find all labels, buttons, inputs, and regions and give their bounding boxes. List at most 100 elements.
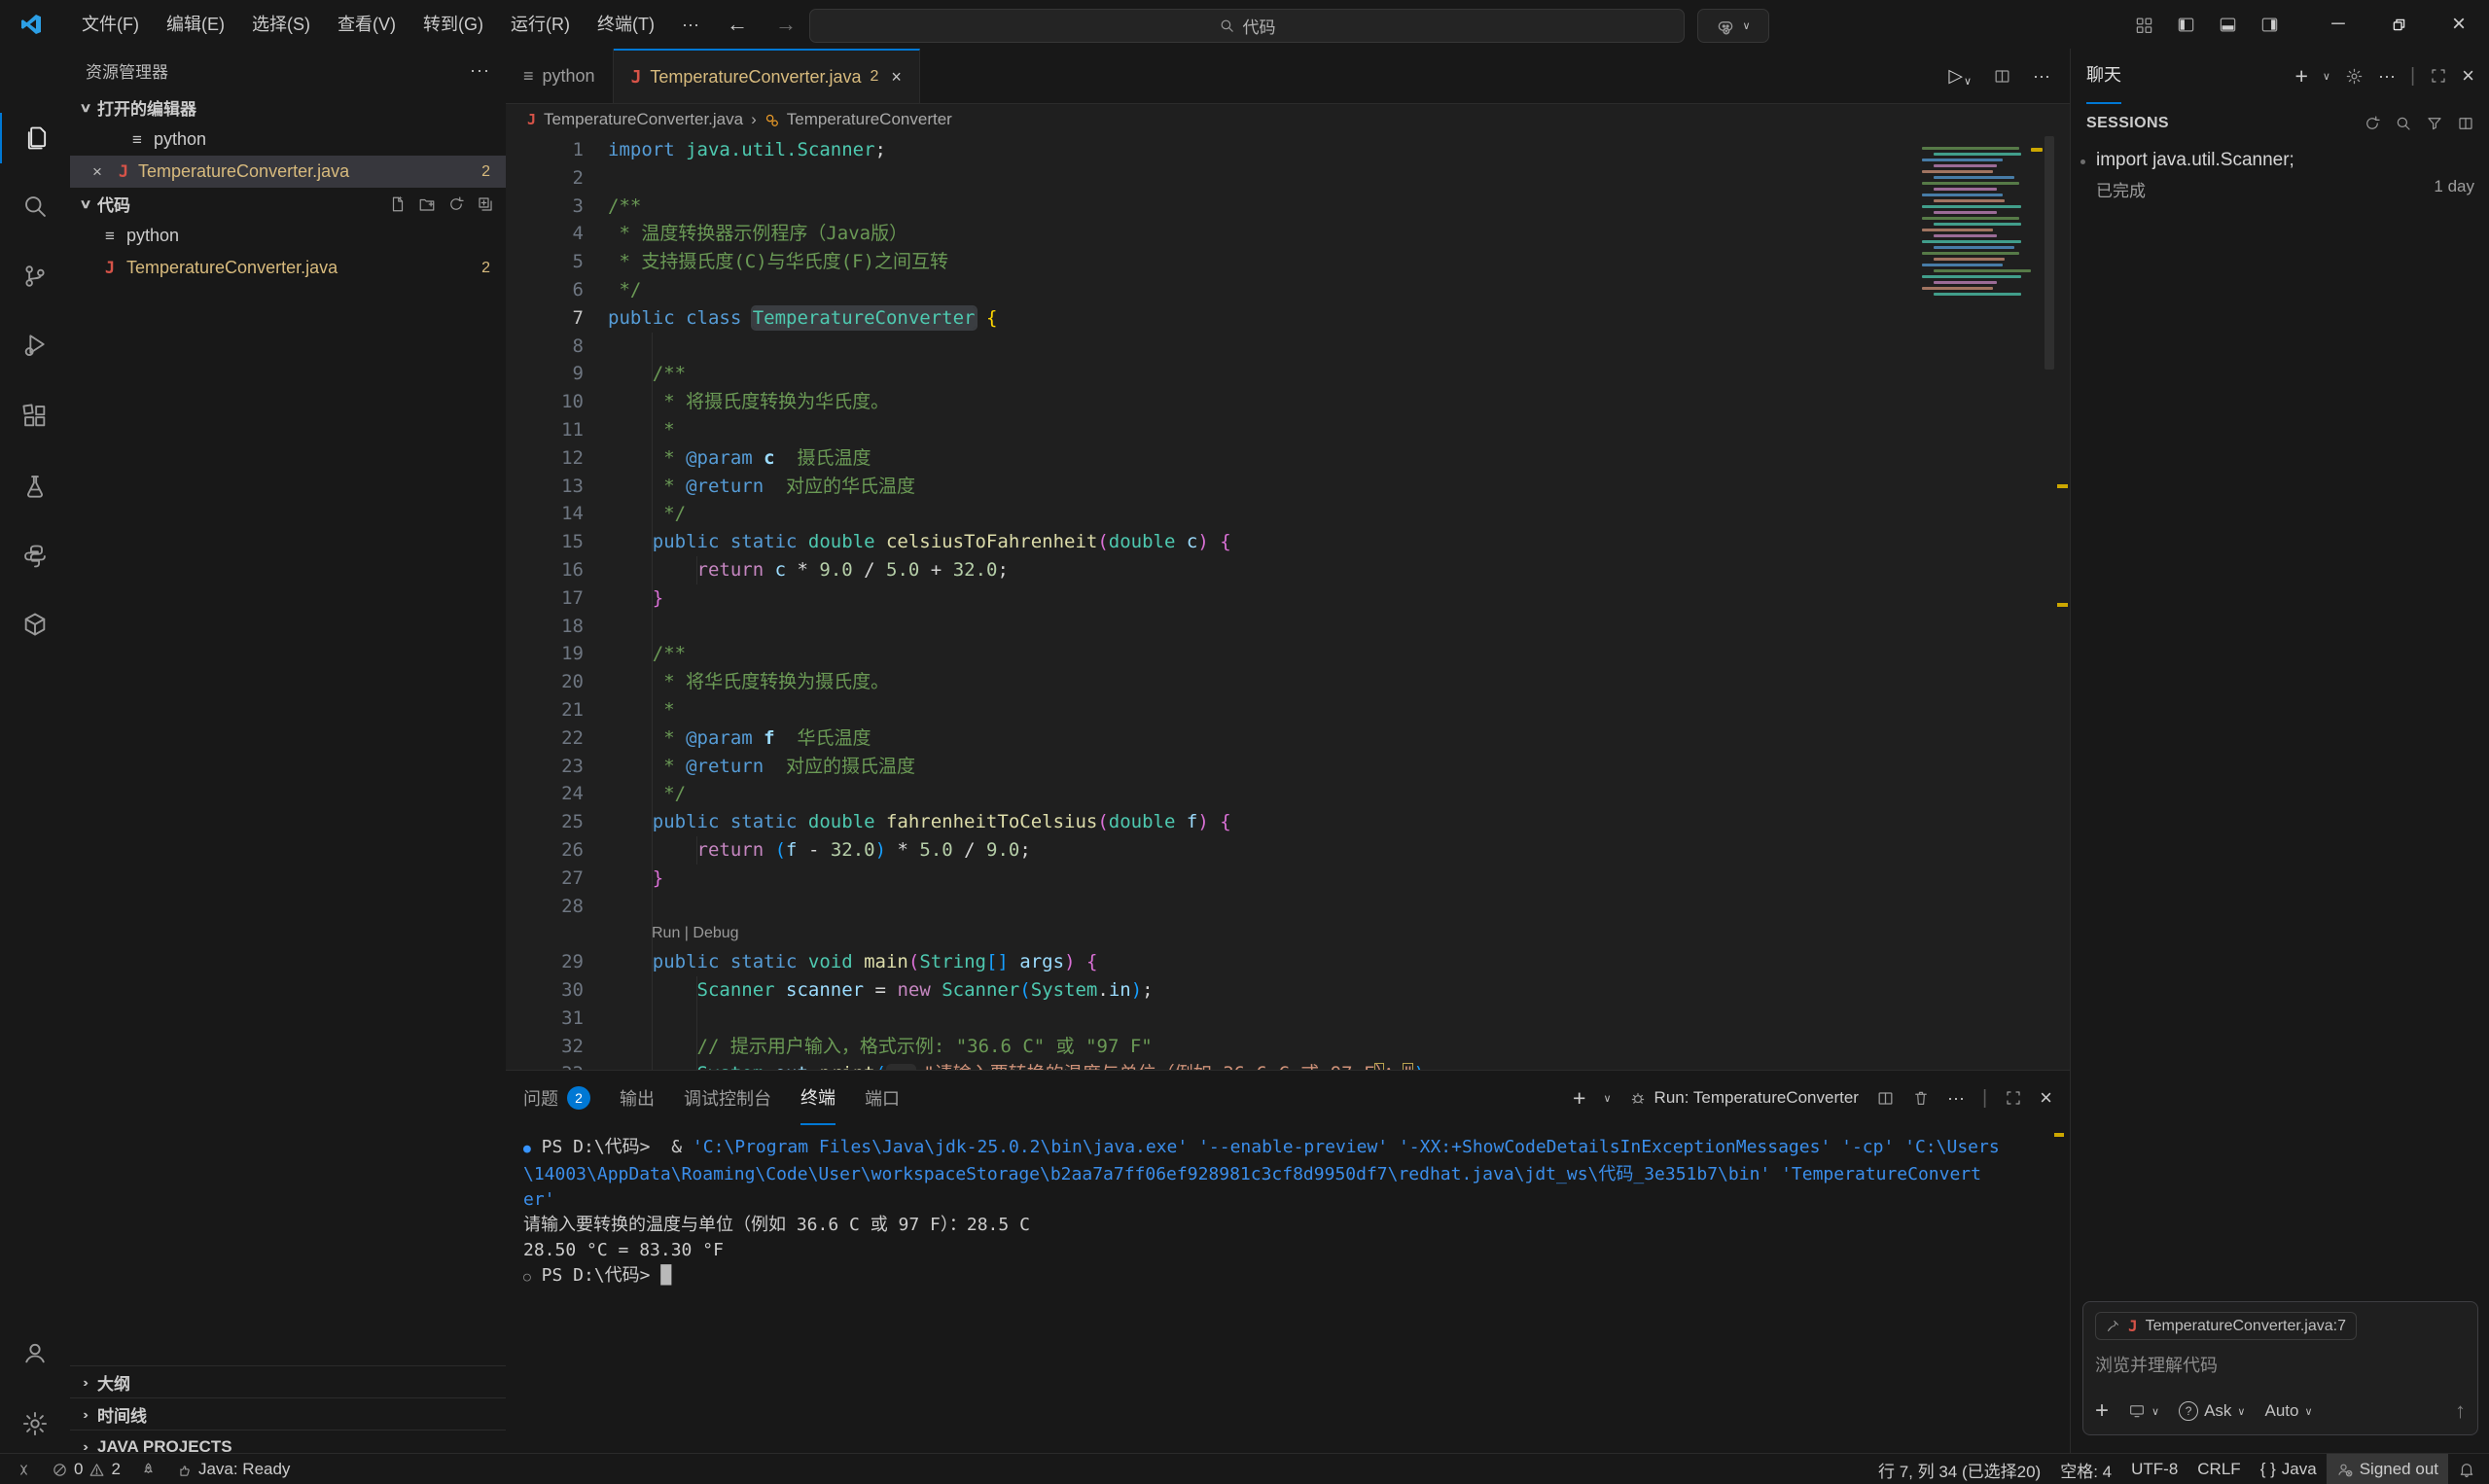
activitybar-explorer[interactable] [0,113,72,163]
open-editors-header[interactable]: ∨ 打开的编辑器 [70,91,506,124]
encoding[interactable]: UTF-8 [2121,1454,2187,1484]
activitybar-settings[interactable] [0,1398,70,1449]
indentation[interactable]: 空格: 4 [2050,1454,2121,1484]
signed-out-status[interactable]: Signed out [2327,1454,2448,1484]
chevron-down-icon[interactable]: ∨ [1603,1092,1611,1105]
gear-icon[interactable] [2345,67,2364,86]
breadcrumb-symbol[interactable]: TemperatureConverter [787,110,952,129]
tab-problems[interactable]: 问题 2 [523,1071,590,1125]
collapse-all-icon[interactable] [477,195,494,213]
split-terminal-icon[interactable] [1876,1089,1895,1108]
split-editor-icon[interactable] [1993,67,2011,86]
menu-file[interactable]: 文件(F) [68,0,153,49]
tab-temperatureconverter[interactable]: J TemperatureConverter.java 2 × [614,49,920,103]
problems-status[interactable]: 0 2 [42,1454,130,1484]
menu-selection[interactable]: 选择(S) [238,0,324,49]
panel-more-icon[interactable]: ··· [1947,1088,1965,1109]
explorer-more-icon[interactable]: ··· [470,60,490,81]
timeline-section[interactable]: › 时间线 [70,1397,506,1431]
model-picker-auto[interactable]: Auto ∨ [2264,1401,2312,1421]
breadcrumb[interactable]: J TemperatureConverter.java › Temperatur… [506,103,2091,136]
activitybar-extensions[interactable] [0,391,70,442]
tab-python[interactable]: ≡ python [506,49,614,103]
activitybar-python[interactable] [0,531,70,582]
context-chip[interactable]: J TemperatureConverter.java:7 [2095,1312,2357,1340]
nav-forward-icon[interactable]: → [762,12,810,37]
refresh-icon[interactable] [447,195,465,213]
maximize-chat-icon[interactable] [2430,67,2447,85]
close-tab-icon[interactable]: × [891,67,902,88]
tab-ports[interactable]: 端口 [865,1071,900,1125]
activitybar-containers[interactable] [0,599,70,650]
chevron-down-icon[interactable]: ∨ [2323,70,2330,83]
toggle-sidebar-right-icon[interactable] [2260,16,2279,34]
toggle-sidebar-left-icon[interactable] [2177,16,2195,34]
new-chat-button[interactable]: + [2294,63,2307,89]
toggle-panel-icon[interactable] [2219,16,2237,34]
codelens-run-debug[interactable]: Run | Debug [506,920,2070,948]
kill-terminal-icon[interactable] [1912,1089,1930,1107]
activitybar-account[interactable] [0,1327,70,1378]
command-center-search[interactable]: 代码 [809,9,1685,43]
search-icon[interactable] [2395,115,2412,132]
activitybar-search[interactable] [0,181,70,231]
rocket-status[interactable] [130,1454,166,1484]
close-chat-icon[interactable]: × [2462,63,2474,88]
eol[interactable]: CRLF [2187,1454,2250,1484]
activitybar-testing[interactable] [0,461,70,512]
close-window-button[interactable]: × [2429,0,2489,49]
tab-output[interactable]: 输出 [620,1071,655,1125]
menu-goto[interactable]: 转到(G) [409,0,497,49]
activitybar-source-control[interactable] [0,251,70,301]
language-mode[interactable]: { } Java [2251,1454,2327,1484]
close-panel-icon[interactable]: × [2040,1085,2052,1111]
split-view-icon[interactable] [2457,115,2474,132]
editor-scrollbar[interactable] [2045,136,2054,370]
tools-button[interactable]: ∨ [2128,1402,2159,1420]
outline-section[interactable]: › 大纲 [70,1365,506,1398]
restore-button[interactable] [2368,0,2429,49]
nav-back-icon[interactable]: ← [713,12,762,37]
chat-input-box[interactable]: J TemperatureConverter.java:7 浏览并理解代码 + … [2082,1301,2478,1435]
menu-terminal[interactable]: 终端(T) [584,0,668,49]
menu-edit[interactable]: 编辑(E) [153,0,238,49]
cursor-position[interactable]: 行 7, 列 34 (已选择20) [1868,1454,2050,1484]
mode-picker-ask[interactable]: ? Ask ∨ [2179,1401,2245,1421]
close-icon[interactable]: × [86,162,109,182]
tab-debug-console[interactable]: 调试控制台 [684,1071,771,1125]
add-context-button[interactable]: + [2095,1397,2109,1425]
send-button[interactable]: ↑ [2455,1398,2466,1424]
java-status[interactable]: Java: Ready [166,1454,301,1484]
notifications[interactable] [2448,1454,2485,1484]
refresh-icon[interactable] [2364,115,2381,132]
remote-indicator[interactable] [6,1454,42,1484]
maximize-panel-icon[interactable] [2005,1089,2022,1107]
minimap[interactable] [1916,144,2031,299]
open-editor-python[interactable]: ≡ python [70,124,506,156]
tab-terminal[interactable]: 终端 [800,1071,836,1125]
breadcrumb-file[interactable]: TemperatureConverter.java [544,110,743,129]
menu-more[interactable]: ··· [668,0,713,49]
filter-icon[interactable] [2426,115,2443,132]
minimize-button[interactable]: ─ [2308,0,2368,49]
editor-more-icon[interactable]: ··· [2033,66,2050,87]
terminal-instance[interactable]: Run: TemperatureConverter [1629,1088,1859,1108]
open-editor-temperatureconverter[interactable]: × J TemperatureConverter.java 2 [70,156,506,188]
folder-header[interactable]: ∨ 代码 [70,188,506,220]
menu-run[interactable]: 运行(R) [497,0,584,49]
tree-item-temperatureconverter[interactable]: J TemperatureConverter.java 2 [70,252,506,284]
menu-view[interactable]: 查看(V) [324,0,409,49]
customize-layout-icon[interactable] [2135,16,2153,34]
run-file-button[interactable]: ▷ ∨ [1948,65,1972,88]
session-item[interactable]: import java.util.Scanner; 已完成 1 day [2071,144,2489,209]
new-folder-icon[interactable] [418,195,436,213]
code-editor[interactable]: 1import java.util.Scanner;23/**4 * 温度转换器… [506,136,2070,1118]
new-terminal-button[interactable]: + [1573,1085,1585,1112]
tree-item-python[interactable]: ≡ python [70,220,506,252]
copilot-button[interactable]: ∨ [1697,9,1769,43]
activitybar-run-debug[interactable] [0,319,70,370]
tab-chat[interactable]: 聊天 [2086,48,2121,104]
terminal-output[interactable]: ● PS D:\代码> & 'C:\Program Files\Java\jdk… [523,1135,2041,1454]
chat-more-icon[interactable]: ··· [2378,66,2396,87]
new-file-icon[interactable] [389,195,407,213]
